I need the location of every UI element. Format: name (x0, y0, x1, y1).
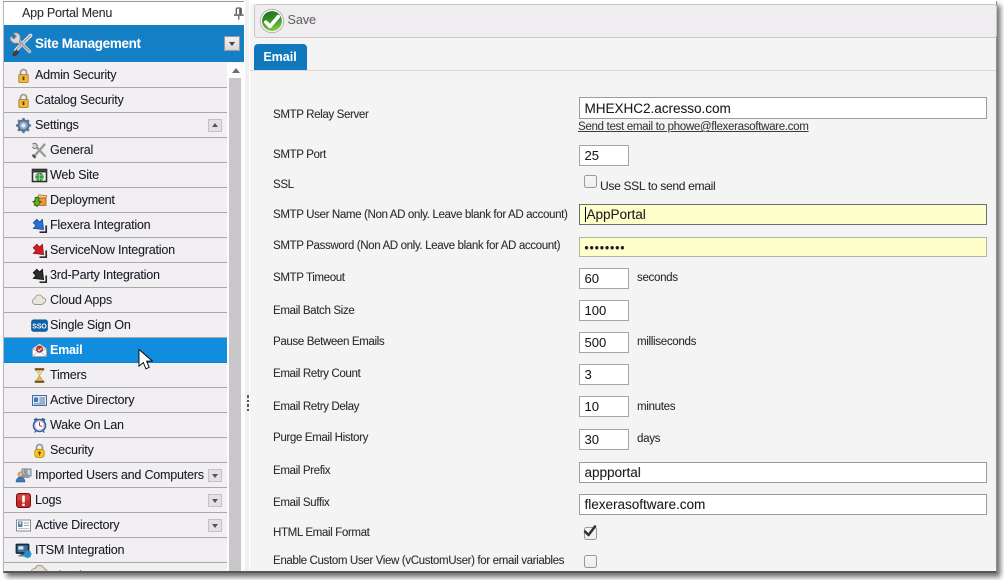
svg-text:SSO: SSO (32, 323, 47, 330)
